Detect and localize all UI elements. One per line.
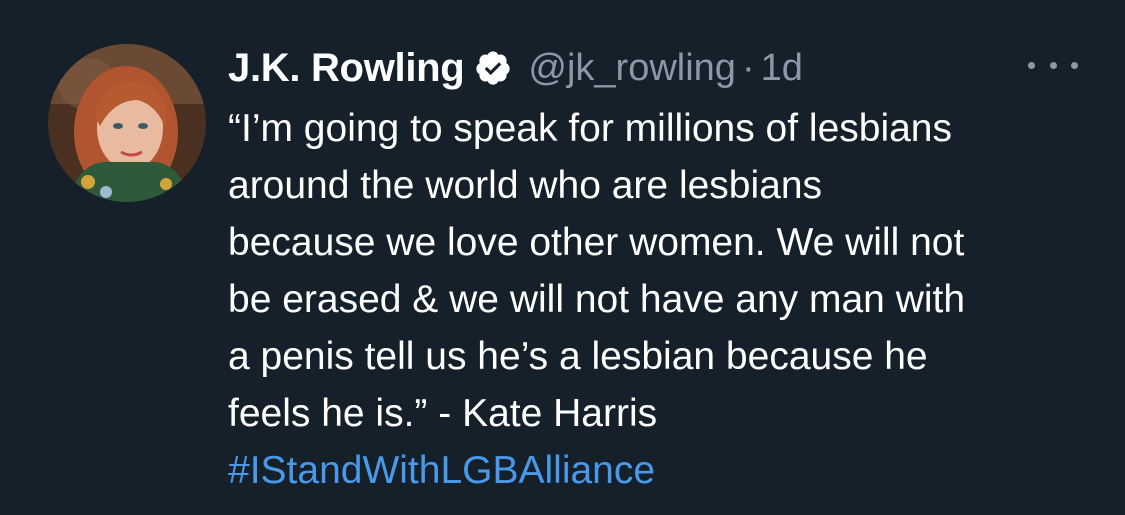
verified-badge-icon bbox=[474, 49, 512, 87]
separator-dot: · bbox=[741, 46, 755, 89]
tweet-text-line: a penis tell us he’s a lesbian because h… bbox=[228, 335, 928, 378]
avatar-image bbox=[48, 44, 206, 202]
tweet-text-line: be erased & we will not have any man wit… bbox=[228, 278, 966, 321]
more-dot bbox=[1049, 61, 1057, 69]
more-dot bbox=[1028, 61, 1035, 69]
tweet-timestamp[interactable]: 1d bbox=[761, 47, 803, 90]
tweet-header: J.K. Rowling @jk_rowling · 1d bbox=[228, 38, 803, 98]
tweet[interactable]: J.K. Rowling @jk_rowling · 1d “I’m going… bbox=[0, 0, 1125, 515]
tweet-text-line: feels he is.” - Kate Harris bbox=[228, 392, 658, 435]
author-display-name[interactable]: J.K. Rowling bbox=[228, 46, 465, 91]
more-options-icon[interactable] bbox=[1028, 50, 1078, 80]
tweet-text: “I’m going to speak for millions of lesb… bbox=[228, 100, 1108, 499]
tweet-text-line: because we love other women. We will not bbox=[228, 221, 965, 264]
tweet-text-line: “I’m going to speak for millions of lesb… bbox=[228, 107, 952, 150]
author-handle[interactable]: @jk_rowling bbox=[528, 47, 736, 90]
avatar[interactable] bbox=[48, 44, 206, 202]
tweet-text-line: around the world who are lesbians bbox=[228, 164, 823, 207]
more-dot bbox=[1071, 61, 1078, 69]
hashtag-link[interactable]: #IStandWithLGBAlliance bbox=[228, 442, 1108, 499]
